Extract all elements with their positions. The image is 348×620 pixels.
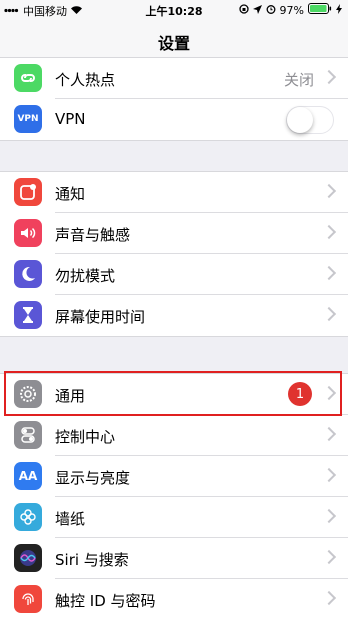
row-notifications[interactable]: 通知	[0, 172, 348, 213]
row-label: 屏幕使用时间	[55, 308, 146, 326]
vpn-icon: VPN	[14, 105, 42, 133]
moon-icon	[14, 260, 42, 288]
toggle-knob	[287, 107, 313, 133]
chevron-right-icon	[321, 69, 337, 85]
row-control-center[interactable]: 控制中心	[0, 415, 348, 456]
chevron-right-icon	[321, 426, 337, 442]
row-label: 墙纸	[55, 510, 86, 528]
settings-group-notifications: 通知 声音与触感 勿扰模式 屏幕使用时间	[0, 171, 348, 337]
row-display[interactable]: AA 显示与亮度	[0, 456, 348, 497]
row-siri[interactable]: Siri 与搜索	[0, 538, 348, 579]
row-label: VPN	[55, 110, 86, 128]
chevron-right-icon	[321, 265, 337, 281]
location-icon	[252, 4, 262, 17]
wallpaper-icon	[14, 503, 42, 531]
row-wallpaper[interactable]: 墙纸	[0, 497, 348, 538]
notification-icon	[14, 178, 42, 206]
row-vpn[interactable]: VPN VPN	[0, 99, 348, 140]
alarm-icon	[266, 4, 276, 17]
row-sounds[interactable]: 声音与触感	[0, 213, 348, 254]
hourglass-icon	[14, 301, 42, 329]
row-personal-hotspot[interactable]: 个人热点 关闭	[0, 58, 348, 99]
row-do-not-disturb[interactable]: 勿扰模式	[0, 254, 348, 295]
battery-percent: 97%	[279, 3, 304, 17]
charging-icon	[336, 3, 342, 17]
row-value: 关闭	[283, 71, 314, 89]
row-screen-time[interactable]: 屏幕使用时间	[0, 295, 348, 336]
touch-id-icon	[14, 585, 42, 613]
vpn-toggle[interactable]	[286, 106, 334, 134]
battery-icon	[308, 3, 332, 17]
chevron-right-icon	[321, 590, 337, 606]
chevron-right-icon	[321, 467, 337, 483]
control-center-icon	[14, 421, 42, 449]
highlight-box	[4, 371, 342, 416]
hotspot-icon	[14, 64, 42, 92]
lock-rotation-icon	[238, 3, 249, 17]
row-label: 勿扰模式	[55, 267, 116, 285]
row-label: 个人热点	[55, 71, 116, 89]
chevron-right-icon	[321, 183, 337, 199]
chevron-right-icon	[321, 549, 337, 565]
siri-icon	[14, 544, 42, 572]
page-title: 设置	[157, 34, 190, 53]
navigation-bar: 设置	[0, 20, 348, 59]
settings-group-network: 个人热点 关闭 VPN VPN	[0, 57, 348, 141]
chevron-right-icon	[321, 306, 337, 322]
display-icon: AA	[14, 462, 42, 490]
row-label: 控制中心	[55, 428, 116, 446]
status-bar: 中国移动 上午10:28 97%	[0, 0, 348, 20]
chevron-right-icon	[321, 224, 337, 240]
chevron-right-icon	[321, 508, 337, 524]
row-label: 通知	[55, 185, 86, 203]
sound-icon	[14, 219, 42, 247]
row-label: Siri 与搜索	[55, 551, 129, 569]
status-right: 97%	[238, 3, 342, 17]
row-label: 触控 ID 与密码	[55, 592, 156, 610]
row-label: 声音与触感	[55, 226, 131, 244]
row-label: 显示与亮度	[55, 469, 131, 487]
